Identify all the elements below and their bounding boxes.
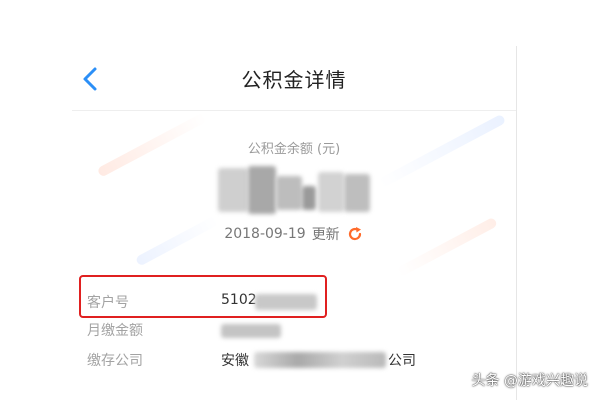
update-row: 2018-09-19 更新 <box>72 224 516 244</box>
refresh-icon[interactable] <box>346 225 364 243</box>
company-value-prefix: 安徽 <box>221 353 249 369</box>
balance-label: 公积金余额 (元) <box>247 142 341 157</box>
blur-block <box>302 186 316 210</box>
blur-block <box>248 166 276 214</box>
company-label: 缴存公司 <box>87 353 143 369</box>
nav-header: 公积金详情 <box>72 46 516 111</box>
watermark: 头条 @游戏兴趣说 <box>471 373 588 389</box>
update-link[interactable]: 更新 <box>312 224 340 244</box>
blurred-company-name <box>254 352 386 368</box>
highlight-box <box>79 275 327 318</box>
company-value-suffix: 公司 <box>388 353 416 369</box>
blurred-balance-value <box>218 162 370 220</box>
monthly-payment-label: 月缴金额 <box>87 323 143 339</box>
blurred-monthly-payment <box>221 324 281 338</box>
update-date: 2018-09-19 <box>224 226 306 242</box>
page-title: 公积金详情 <box>241 68 347 92</box>
blur-block <box>218 168 248 212</box>
blur-block <box>318 172 344 212</box>
blur-block <box>276 176 302 210</box>
detail-panel: 公积金详情 公积金余额 (元) 2018-09-19 更新 客户号 5102 月… <box>72 46 517 400</box>
blur-block <box>344 174 370 212</box>
